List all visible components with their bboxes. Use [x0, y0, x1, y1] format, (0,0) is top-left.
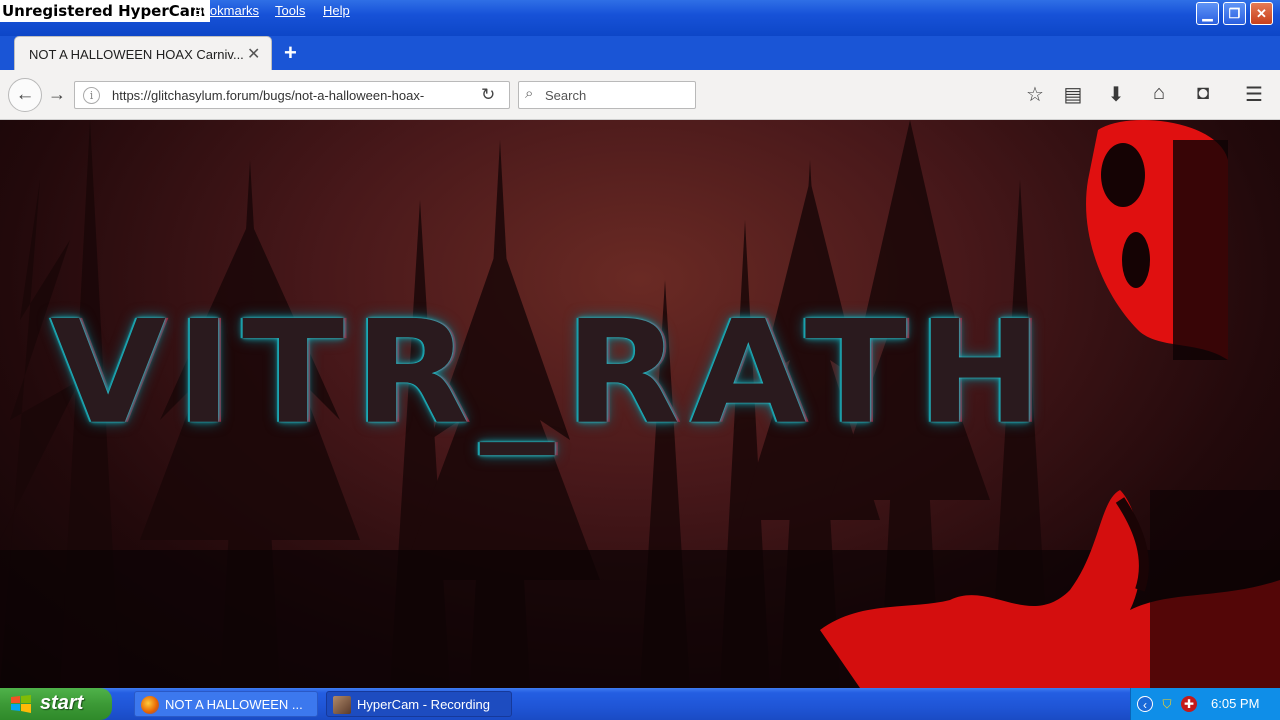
downloads-icon[interactable]: ⬇: [1102, 82, 1130, 107]
hamburger-menu-icon[interactable]: ☰: [1240, 82, 1268, 107]
bookmark-star-icon[interactable]: ☆: [1021, 82, 1049, 107]
tab-title: NOT A HALLOWEEN HOAX Carniv...: [29, 47, 244, 62]
ghost-face-figure: [1086, 120, 1228, 360]
taskbar: start NOT A HALLOWEEN ... HyperCam - Rec…: [0, 688, 1280, 720]
menu-tools[interactable]: Tools: [275, 3, 305, 18]
nav-toolbar: ← → i https://glitchasylum.forum/bugs/no…: [0, 70, 1280, 120]
page-title: VITR_RATH: [50, 290, 1053, 456]
pocket-icon[interactable]: ◘: [1189, 82, 1217, 105]
minimize-button[interactable]: ▁: [1196, 2, 1219, 25]
hypercam-watermark: Unregistered HyperCam: [0, 0, 210, 22]
taskbar-item-firefox[interactable]: NOT A HALLOWEEN ...: [134, 691, 318, 717]
tab-close-icon[interactable]: ✕: [247, 44, 260, 64]
taskbar-item-label: HyperCam - Recording: [357, 697, 490, 712]
forward-button[interactable]: →: [48, 84, 66, 105]
reload-icon[interactable]: ↻: [481, 85, 495, 105]
firefox-icon: [141, 696, 159, 714]
tray-expand-icon[interactable]: ‹: [1137, 696, 1153, 712]
info-icon[interactable]: i: [83, 87, 100, 104]
url-bar[interactable]: i https://glitchasylum.forum/bugs/not-a-…: [74, 81, 510, 109]
tab-strip: NOT A HALLOWEEN HOAX Carniv... ✕ +: [0, 36, 1280, 70]
start-button[interactable]: start: [0, 688, 112, 720]
url-text[interactable]: https://glitchasylum.forum/bugs/not-a-ha…: [112, 88, 472, 103]
title-bar: Unregistered HyperCam Bookmarks Tools He…: [0, 0, 1280, 36]
taskbar-item-label: NOT A HALLOWEEN ...: [165, 697, 303, 712]
start-label: start: [40, 692, 84, 714]
menu-help[interactable]: Help: [323, 3, 350, 18]
security-alert-icon[interactable]: ✚: [1181, 696, 1197, 712]
search-bar[interactable]: ⌕: [518, 81, 696, 109]
close-window-button[interactable]: ✕: [1250, 2, 1273, 25]
ghost-hand-figure: [820, 490, 1280, 688]
tab-active[interactable]: NOT A HALLOWEEN HOAX Carniv... ✕: [14, 36, 272, 70]
shield-icon[interactable]: ⛉: [1159, 696, 1175, 712]
taskbar-item-hypercam[interactable]: HyperCam - Recording: [326, 691, 512, 717]
reading-list-icon[interactable]: ▤: [1059, 82, 1087, 107]
hypercam-icon: [333, 696, 351, 714]
search-icon: ⌕: [525, 85, 534, 102]
back-button[interactable]: ←: [8, 78, 42, 112]
home-icon[interactable]: ⌂: [1145, 82, 1173, 105]
screen: Unregistered HyperCam Bookmarks Tools He…: [0, 0, 1280, 720]
windows-logo-icon: [11, 695, 31, 713]
clock: 6:05 PM: [1211, 696, 1260, 711]
menu-bookmarks[interactable]: Bookmarks: [194, 3, 259, 18]
search-input[interactable]: [545, 82, 690, 108]
maximize-button[interactable]: ❐: [1223, 2, 1246, 25]
system-tray: ‹ ⛉ ✚ 6:05 PM: [1130, 688, 1280, 720]
new-tab-button[interactable]: +: [284, 40, 297, 66]
page-content: VITR_RATH: [0, 120, 1280, 688]
